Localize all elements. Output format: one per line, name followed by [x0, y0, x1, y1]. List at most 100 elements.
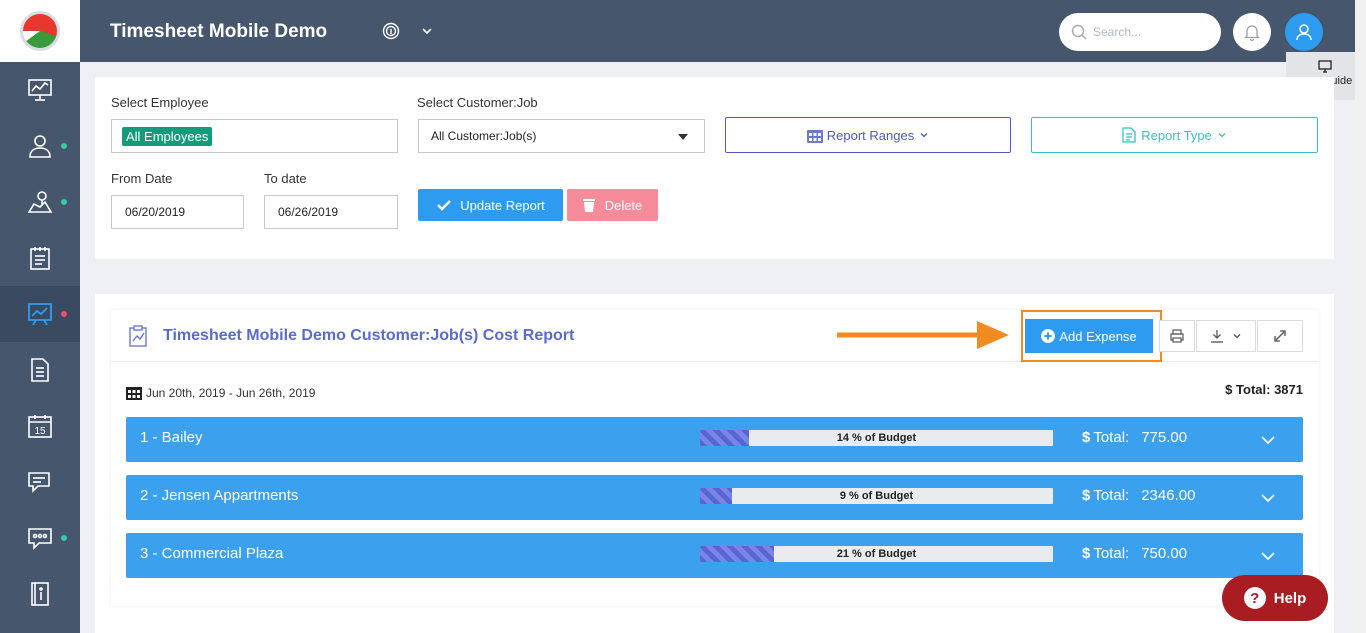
job-total-label: Total:	[1093, 429, 1130, 446]
job-total-value: 2346.00	[1141, 487, 1196, 504]
download-dropdown-button[interactable]	[1196, 320, 1256, 352]
delete-label: Delete	[604, 197, 643, 213]
download-icon	[1211, 330, 1223, 343]
svg-text:15: 15	[34, 426, 46, 437]
search-box[interactable]	[1059, 13, 1221, 51]
job-name: 3 - Commercial Plaza	[140, 545, 284, 562]
arrow-right-icon	[837, 321, 1009, 349]
sidebar-item-reports[interactable]	[0, 286, 80, 342]
help-button[interactable]: ? Help	[1222, 575, 1328, 621]
employee-tag[interactable]: All Employees	[122, 126, 213, 146]
print-button[interactable]	[1159, 320, 1195, 352]
budget-progress-bar: 21 % of Budget	[700, 546, 1053, 562]
app-logo[interactable]	[0, 0, 80, 62]
job-total-label: Total:	[1093, 545, 1130, 562]
job-row[interactable]: 1 - Bailey 14 % of Budget $ Total: 775.0…	[126, 417, 1303, 462]
chevron-down-icon[interactable]	[420, 24, 434, 38]
job-row[interactable]: 2 - Jensen Appartments 9 % of Budget $ T…	[126, 475, 1303, 520]
delete-button[interactable]: Delete	[567, 189, 658, 221]
info-book-icon	[31, 582, 49, 606]
update-report-button[interactable]: Update Report	[418, 189, 563, 221]
sidebar-item-timesheets[interactable]	[0, 230, 80, 286]
help-label: Help	[1273, 589, 1307, 607]
scrollbar[interactable]	[1355, 0, 1366, 633]
status-dot	[61, 311, 67, 317]
update-report-label: Update Report	[460, 197, 545, 213]
calendar-grid-icon	[806, 129, 823, 143]
caret-down-icon	[678, 134, 688, 140]
bell-icon	[1243, 25, 1261, 41]
sidebar-item-users[interactable]	[0, 118, 80, 174]
customer-select-value: All Customer:Job(s)	[431, 129, 537, 143]
report-document-icon	[1122, 127, 1136, 143]
sidebar-item-info[interactable]	[0, 566, 80, 622]
chevron-down-icon[interactable]	[1260, 432, 1276, 448]
job-row[interactable]: 3 - Commercial Plaza 21 % of Budget $ To…	[126, 533, 1303, 578]
question-icon: ?	[1243, 587, 1266, 609]
report-ranges-label: Report Ranges	[826, 127, 915, 143]
grand-total-value: 3871	[1274, 382, 1303, 397]
employee-select[interactable]: All Employees	[111, 119, 398, 153]
budget-progress-text: 9 % of Budget	[839, 490, 914, 502]
messages-icon	[28, 472, 50, 493]
to-date-input[interactable]: 06/26/2019	[264, 195, 398, 229]
map-location-icon	[27, 191, 53, 213]
presentation-icon	[1318, 60, 1332, 73]
sidebar-item-map[interactable]	[0, 174, 80, 230]
cost-report-panel: Timesheet Mobile Demo Customer:Job(s) Co…	[95, 294, 1334, 633]
chevron-down-icon	[1233, 334, 1241, 339]
add-expense-button[interactable]: Add Expense	[1025, 319, 1153, 353]
job-total: $ Total: 750.00	[1082, 545, 1187, 562]
customer-select[interactable]: All Customer:Job(s)	[418, 119, 705, 153]
report-header: Timesheet Mobile Demo Customer:Job(s) Co…	[111, 310, 1319, 362]
user-profile-button[interactable]	[1285, 13, 1323, 51]
sidebar-item-chat[interactable]	[0, 510, 80, 566]
job-total: $ Total: 775.00	[1082, 429, 1187, 446]
expand-icon	[1274, 330, 1286, 342]
sidebar-item-documents[interactable]	[0, 342, 80, 398]
job-name: 1 - Bailey	[140, 429, 203, 446]
dollar-icon: $	[1082, 429, 1091, 446]
to-date-value: 06/26/2019	[278, 205, 339, 219]
timesheet-clipboard-icon	[30, 247, 50, 270]
report-date-range: Jun 20th, 2019 - Jun 26th, 2019	[126, 385, 315, 400]
job-total-value: 775.00	[1141, 429, 1188, 446]
report-filters-panel: Select Employee All Employees Select Cus…	[95, 77, 1334, 259]
chevron-down-icon[interactable]	[1260, 548, 1276, 564]
employee-label: Select Employee	[111, 95, 209, 110]
notifications-button[interactable]	[1233, 13, 1271, 51]
expand-button[interactable]	[1257, 320, 1303, 352]
to-date-label: To date	[264, 171, 307, 186]
dollar-icon: $	[1082, 545, 1091, 562]
status-dot	[61, 199, 67, 205]
checkmark-icon	[437, 200, 452, 211]
top-bar: Timesheet Mobile Demo	[80, 0, 1366, 62]
sidebar-item-calendar[interactable]: 15	[0, 398, 80, 454]
chevron-down-icon	[1218, 133, 1226, 138]
status-dot	[61, 143, 67, 149]
add-expense-label: Add Expense	[1059, 328, 1137, 344]
chevron-down-icon[interactable]	[1260, 490, 1276, 506]
info-icon[interactable]	[382, 22, 400, 40]
user-icon	[1296, 24, 1312, 41]
reports-presentation-icon	[28, 303, 52, 326]
budget-progress-bar: 9 % of Budget	[700, 488, 1053, 504]
sidebar-item-messages[interactable]	[0, 454, 80, 510]
calendar-icon: 15	[28, 415, 52, 438]
job-total-value: 750.00	[1141, 545, 1188, 562]
users-icon	[29, 135, 51, 158]
logo-icon	[20, 11, 60, 51]
sidebar-item-dashboard[interactable]	[0, 62, 80, 118]
report-type-button[interactable]: Report Type	[1031, 117, 1318, 153]
job-total: $ Total: 2346.00	[1082, 487, 1195, 504]
budget-progress-bar: 14 % of Budget	[700, 430, 1053, 446]
status-dot	[61, 535, 67, 541]
from-date-input[interactable]: 06/20/2019	[111, 195, 244, 229]
report-ranges-button[interactable]: Report Ranges	[725, 117, 1011, 153]
dollar-icon: $	[1225, 382, 1233, 397]
job-total-label: Total:	[1093, 487, 1130, 504]
report-clipboard-icon	[129, 325, 147, 347]
search-input[interactable]	[1093, 25, 1203, 39]
dashboard-chart-icon	[28, 79, 52, 101]
from-date-value: 06/20/2019	[125, 205, 186, 219]
